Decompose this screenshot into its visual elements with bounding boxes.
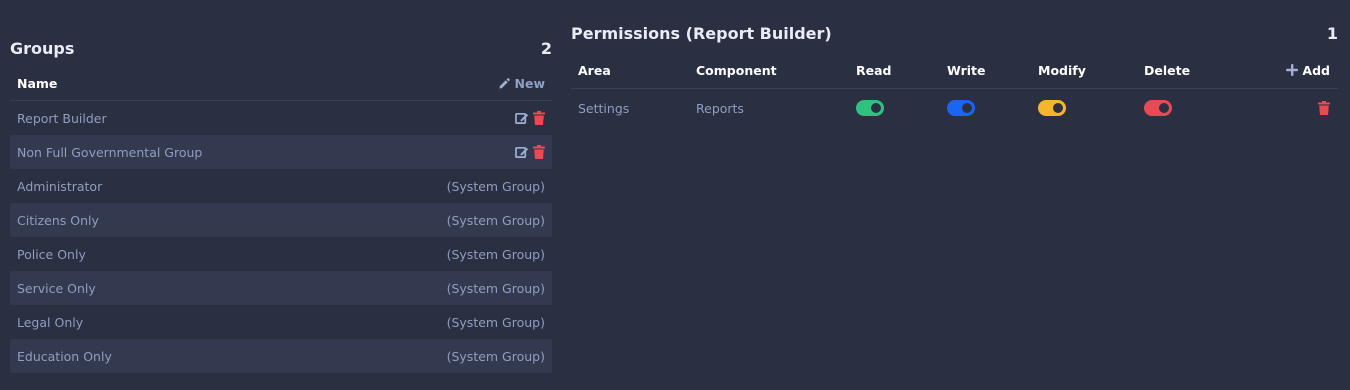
modify-toggle-cell [1038, 89, 1066, 127]
name-column-header: Name [17, 75, 58, 91]
groups-table-header: Name New [10, 66, 552, 101]
write-toggle[interactable] [947, 100, 975, 116]
toggle-knob [1053, 103, 1063, 113]
delete-permission-cell [1318, 89, 1330, 127]
permissions-count: 1 [1326, 23, 1338, 43]
system-group-label: (System Group) [446, 212, 545, 228]
component-column-header: Component [696, 62, 777, 78]
groups-title: Groups [10, 38, 75, 58]
new-group-button[interactable]: New [498, 75, 546, 91]
permissions-header: Permissions (Report Builder) 1 [571, 14, 1338, 52]
area-column-header: Area [578, 62, 611, 78]
edit-icon[interactable] [515, 111, 530, 125]
permissions-table: Area Component Read Write Modify Delete … [571, 52, 1338, 127]
delete-toggle-cell [1144, 89, 1172, 127]
read-column-header: Read [856, 62, 892, 78]
permission-row: Settings Reports [571, 89, 1338, 127]
permissions-title: Permissions (Report Builder) [571, 23, 832, 43]
group-actions [515, 145, 545, 159]
group-name: Citizens Only [17, 212, 99, 228]
system-group-label: (System Group) [446, 280, 545, 296]
groups-panel: Groups 2 Name New Report Builder Non Ful… [10, 30, 552, 373]
permissions-table-header: Area Component Read Write Modify Delete … [571, 52, 1338, 89]
group-row[interactable]: Non Full Governmental Group [10, 135, 552, 169]
groups-count: 2 [540, 38, 552, 58]
group-name: Legal Only [17, 314, 84, 330]
edit-icon[interactable] [515, 145, 530, 159]
group-name: Service Only [17, 280, 96, 296]
permission-area: Settings [578, 100, 630, 116]
group-row[interactable]: Police Only (System Group) [10, 237, 552, 271]
trash-icon[interactable] [533, 111, 545, 125]
pencil-icon [498, 77, 511, 90]
delete-toggle[interactable] [1144, 100, 1172, 116]
group-name: Report Builder [17, 110, 107, 126]
trash-icon[interactable] [1318, 101, 1330, 115]
group-name: Police Only [17, 246, 86, 262]
read-toggle[interactable] [856, 100, 884, 116]
system-group-label: (System Group) [446, 314, 545, 330]
plus-icon [1286, 64, 1299, 76]
new-group-label: New [514, 75, 546, 91]
toggle-knob [962, 103, 972, 113]
group-row[interactable]: Legal Only (System Group) [10, 305, 552, 339]
group-actions [515, 111, 545, 125]
trash-icon[interactable] [533, 145, 545, 159]
toggle-knob [871, 103, 881, 113]
add-permission-label: Add [1302, 62, 1330, 78]
permissions-panel: Permissions (Report Builder) 1 Area Comp… [571, 14, 1338, 127]
group-name: Education Only [17, 348, 112, 364]
write-toggle-cell [947, 89, 975, 127]
system-group-label: (System Group) [446, 348, 545, 364]
group-row[interactable]: Citizens Only (System Group) [10, 203, 552, 237]
group-row[interactable]: Education Only (System Group) [10, 339, 552, 373]
permission-component: Reports [696, 100, 744, 116]
toggle-knob [1159, 103, 1169, 113]
groups-header: Groups 2 [10, 30, 552, 66]
write-column-header: Write [947, 62, 986, 78]
system-group-label: (System Group) [446, 178, 545, 194]
add-permission-button[interactable]: Add [1286, 52, 1330, 88]
system-group-label: (System Group) [446, 246, 545, 262]
modify-toggle[interactable] [1038, 100, 1066, 116]
group-row[interactable]: Administrator (System Group) [10, 169, 552, 203]
group-row[interactable]: Service Only (System Group) [10, 271, 552, 305]
group-name: Non Full Governmental Group [17, 144, 203, 160]
read-toggle-cell [856, 89, 884, 127]
group-row[interactable]: Report Builder [10, 101, 552, 135]
modify-column-header: Modify [1038, 62, 1086, 78]
group-name: Administrator [17, 178, 103, 194]
delete-column-header: Delete [1144, 62, 1191, 78]
